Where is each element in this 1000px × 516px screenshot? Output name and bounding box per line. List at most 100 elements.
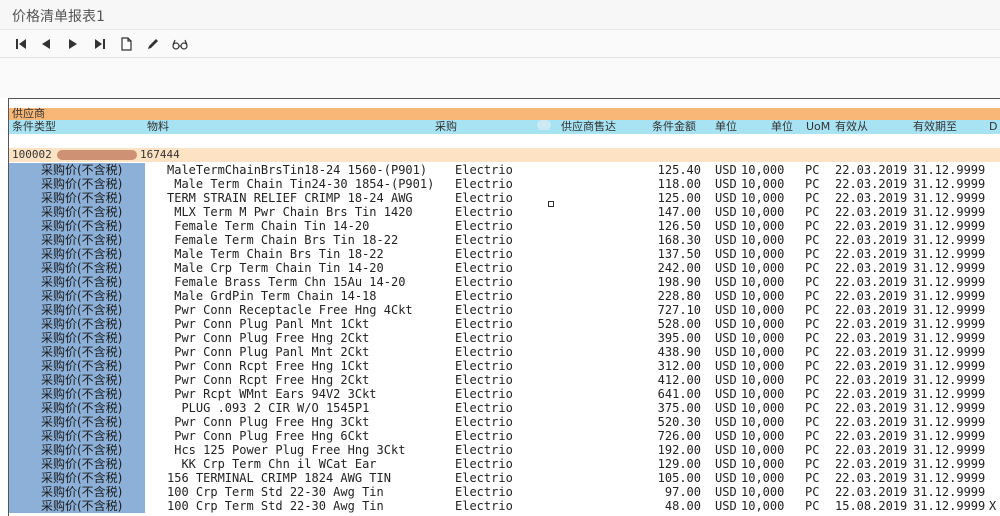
table-row[interactable]: 采购价(不含税) Pwr Conn Plug Free Hng 3Ckt Elec… — [9, 415, 1000, 429]
table-row[interactable]: 采购价(不含税) Pwr Conn Rcpt Free Hng 1Ckt Elec… — [9, 359, 1000, 373]
col-currency[interactable]: 单位 — [715, 120, 737, 134]
price-rows: 采购价(不含税) MaleTermChainBrsTin18-24 1560-(P… — [9, 163, 1000, 513]
vendor-row[interactable]: 100002 167444 — [9, 148, 1000, 162]
valid-to-cell: 31.12.9999 — [913, 429, 986, 443]
condition-type-cell: 采购价(不含税) — [41, 457, 145, 471]
purchasing-cell: Electrio — [455, 303, 513, 317]
purchasing-cell: Electrio — [455, 443, 513, 457]
condition-type-cell: 采购价(不含税) — [41, 205, 145, 219]
valid-to-cell: 31.12.9999 — [913, 443, 986, 457]
cursor-marker — [548, 201, 554, 207]
table-row[interactable]: 采购价(不含税) MaleTermChainBrsTin18-24 1560-(P… — [9, 163, 1000, 177]
col-condition-type[interactable]: 条件类型 — [12, 120, 56, 134]
table-row[interactable]: 采购价(不含税) Male Term Chain Brs Tin 18-22 El… — [9, 247, 1000, 261]
col-condition-amount[interactable]: 条件金额 — [652, 120, 696, 134]
material-cell: Pwr Conn Plug Panl Mnt 1Ckt — [167, 317, 370, 331]
table-row[interactable]: 采购价(不含税) 100 Crp Term Std 22-30 Awg Tin El… — [9, 499, 1000, 513]
valid-from-cell: 22.03.2019 — [835, 387, 908, 401]
material-cell: Pwr Conn Receptacle Free Hng 4Ckt — [167, 303, 413, 317]
material-cell: PLUG .093 2 CIR W/O 1545P1 — [167, 401, 370, 415]
table-row[interactable]: 采购价(不含税) 156 TERMINAL CRIMP 1824 AWG TIN E… — [9, 471, 1000, 485]
redacted-cell — [9, 499, 41, 513]
column-selector[interactable] — [537, 120, 551, 130]
uom-cell: PC — [805, 191, 820, 205]
col-uom[interactable]: UoM — [806, 120, 830, 134]
purchasing-cell: Electrio — [455, 233, 513, 247]
table-row[interactable]: 采购价(不含税) Pwr Conn Plug Panl Mnt 2Ckt Elec… — [9, 345, 1000, 359]
uom-cell: PC — [805, 387, 820, 401]
purchasing-cell: Electrio — [455, 247, 513, 261]
pencil-icon[interactable] — [144, 35, 162, 53]
table-row[interactable]: 采购价(不含税) PLUG .093 2 CIR W/O 1545P1 Elect… — [9, 401, 1000, 415]
column-header-row: 条件类型 物料 采购 供应商售达 条件金额 单位 单位 UoM 有效从 有效期至… — [9, 120, 1000, 134]
table-row[interactable]: 采购价(不含税) Pwr Conn Plug Free Hng 2Ckt Elec… — [9, 331, 1000, 345]
amount-cell: 137.50 — [657, 247, 701, 261]
currency-cell: USD — [715, 429, 737, 443]
col-purchasing[interactable]: 采购 — [435, 120, 457, 134]
amount-cell: 727.10 — [657, 303, 701, 317]
col-valid-to[interactable]: 有效期至 — [913, 120, 957, 134]
valid-from-cell: 22.03.2019 — [835, 471, 908, 485]
price-unit-cell: 10,000 — [741, 317, 785, 331]
next-page-icon[interactable] — [64, 35, 82, 53]
first-page-icon[interactable] — [12, 35, 30, 53]
table-row[interactable]: 采购价(不含税) Female Brass Term Chn 15Au 14-2… — [9, 275, 1000, 289]
table-row[interactable]: 采购价(不含税) Male GrdPin Term Chain 14-18 Ele… — [9, 289, 1000, 303]
uom-cell: PC — [805, 359, 820, 373]
amount-cell: 520.30 — [657, 415, 701, 429]
material-cell: Pwr Conn Plug Free Hng 3Ckt — [167, 415, 370, 429]
condition-type-cell: 采购价(不含税) — [41, 317, 145, 331]
table-row[interactable]: 采购价(不含税) KK Crp Term Chn il WCat Ear Elec… — [9, 457, 1000, 471]
material-cell: Pwr Rcpt WMnt Ears 94V2 3Ckt — [167, 387, 377, 401]
redacted-cell — [9, 317, 41, 331]
col-valid-from[interactable]: 有效从 — [835, 120, 868, 134]
table-row[interactable]: 采购价(不含税) TERM STRAIN RELIEF CRIMP 18-24 A… — [9, 191, 1000, 205]
material-cell: Male Crp Term Chain Tin 14-20 — [167, 261, 384, 275]
table-row[interactable]: 采购价(不含税) Pwr Conn Receptacle Free Hng 4C… — [9, 303, 1000, 317]
table-row[interactable]: 采购价(不含税) Female Term Chain Brs Tin 18-22… — [9, 233, 1000, 247]
valid-from-cell: 22.03.2019 — [835, 485, 908, 499]
valid-to-cell: 31.12.9999 — [913, 415, 986, 429]
condition-type-cell: 采购价(不含税) — [41, 443, 145, 457]
window-title: 价格清单报表1 — [12, 9, 105, 25]
report-grid[interactable]: 供应商 条件类型 物料 采购 供应商售达 条件金额 单位 单位 UoM 有效从 … — [8, 98, 1000, 516]
valid-to-cell: 31.12.9999 — [913, 289, 986, 303]
currency-cell: USD — [715, 191, 737, 205]
price-unit-cell: 10,000 — [741, 303, 785, 317]
valid-to-cell: 31.12.9999 — [913, 261, 986, 275]
material-cell: MLX Term M Pwr Chain Brs Tin 1420 — [167, 205, 413, 219]
amount-cell: 198.90 — [657, 275, 701, 289]
last-page-icon[interactable] — [91, 35, 109, 53]
col-vendor-sales[interactable]: 供应商售达 — [561, 120, 616, 134]
vendor-id: 100002 — [12, 148, 52, 161]
valid-from-cell: 22.03.2019 — [835, 317, 908, 331]
table-row[interactable]: 采购价(不含税) Hcs 125 Power Plug Free Hng 3Ck… — [9, 443, 1000, 457]
table-row[interactable]: 采购价(不含税) Pwr Conn Plug Free Hng 6Ckt Elec… — [9, 429, 1000, 443]
table-row[interactable]: 采购价(不含税) MLX Term M Pwr Chain Brs Tin 14… — [9, 205, 1000, 219]
document-icon[interactable] — [117, 35, 135, 53]
currency-cell: USD — [715, 289, 737, 303]
condition-type-cell: 采购价(不含税) — [41, 247, 145, 261]
table-row[interactable]: 采购价(不含税) Male Term Chain Tin24-30 1854-(… — [9, 177, 1000, 191]
uom-cell: PC — [805, 471, 820, 485]
col-d[interactable]: D — [989, 120, 997, 134]
redacted-cell — [9, 289, 41, 303]
purchasing-cell: Electrio — [455, 457, 513, 471]
table-row[interactable]: 采购价(不含税) Pwr Conn Rcpt Free Hng 2Ckt Elec… — [9, 373, 1000, 387]
material-cell: 100 Crp Term Std 22-30 Awg Tin — [167, 485, 384, 499]
table-row[interactable]: 采购价(不含税) Pwr Conn Plug Panl Mnt 1Ckt Elec… — [9, 317, 1000, 331]
table-row[interactable]: 采购价(不含税) 100 Crp Term Std 22-30 Awg Tin El… — [9, 485, 1000, 499]
condition-type-cell: 采购价(不含税) — [41, 219, 145, 233]
glasses-icon[interactable] — [171, 35, 189, 53]
redacted-cell — [9, 191, 41, 205]
col-material[interactable]: 物料 — [147, 120, 169, 134]
table-row[interactable]: 采购价(不含税) Pwr Rcpt WMnt Ears 94V2 3Ckt Ele… — [9, 387, 1000, 401]
col-unit[interactable]: 单位 — [771, 120, 793, 134]
uom-cell: PC — [805, 205, 820, 219]
table-row[interactable]: 采购价(不含税) Female Term Chain Tin 14-20 Elec… — [9, 219, 1000, 233]
prev-page-icon[interactable] — [37, 35, 55, 53]
price-unit-cell: 10,000 — [741, 163, 785, 177]
table-row[interactable]: 采购价(不含税) Male Crp Term Chain Tin 14-20 El… — [9, 261, 1000, 275]
purchasing-cell: Electrio — [455, 331, 513, 345]
valid-from-cell: 22.03.2019 — [835, 177, 908, 191]
